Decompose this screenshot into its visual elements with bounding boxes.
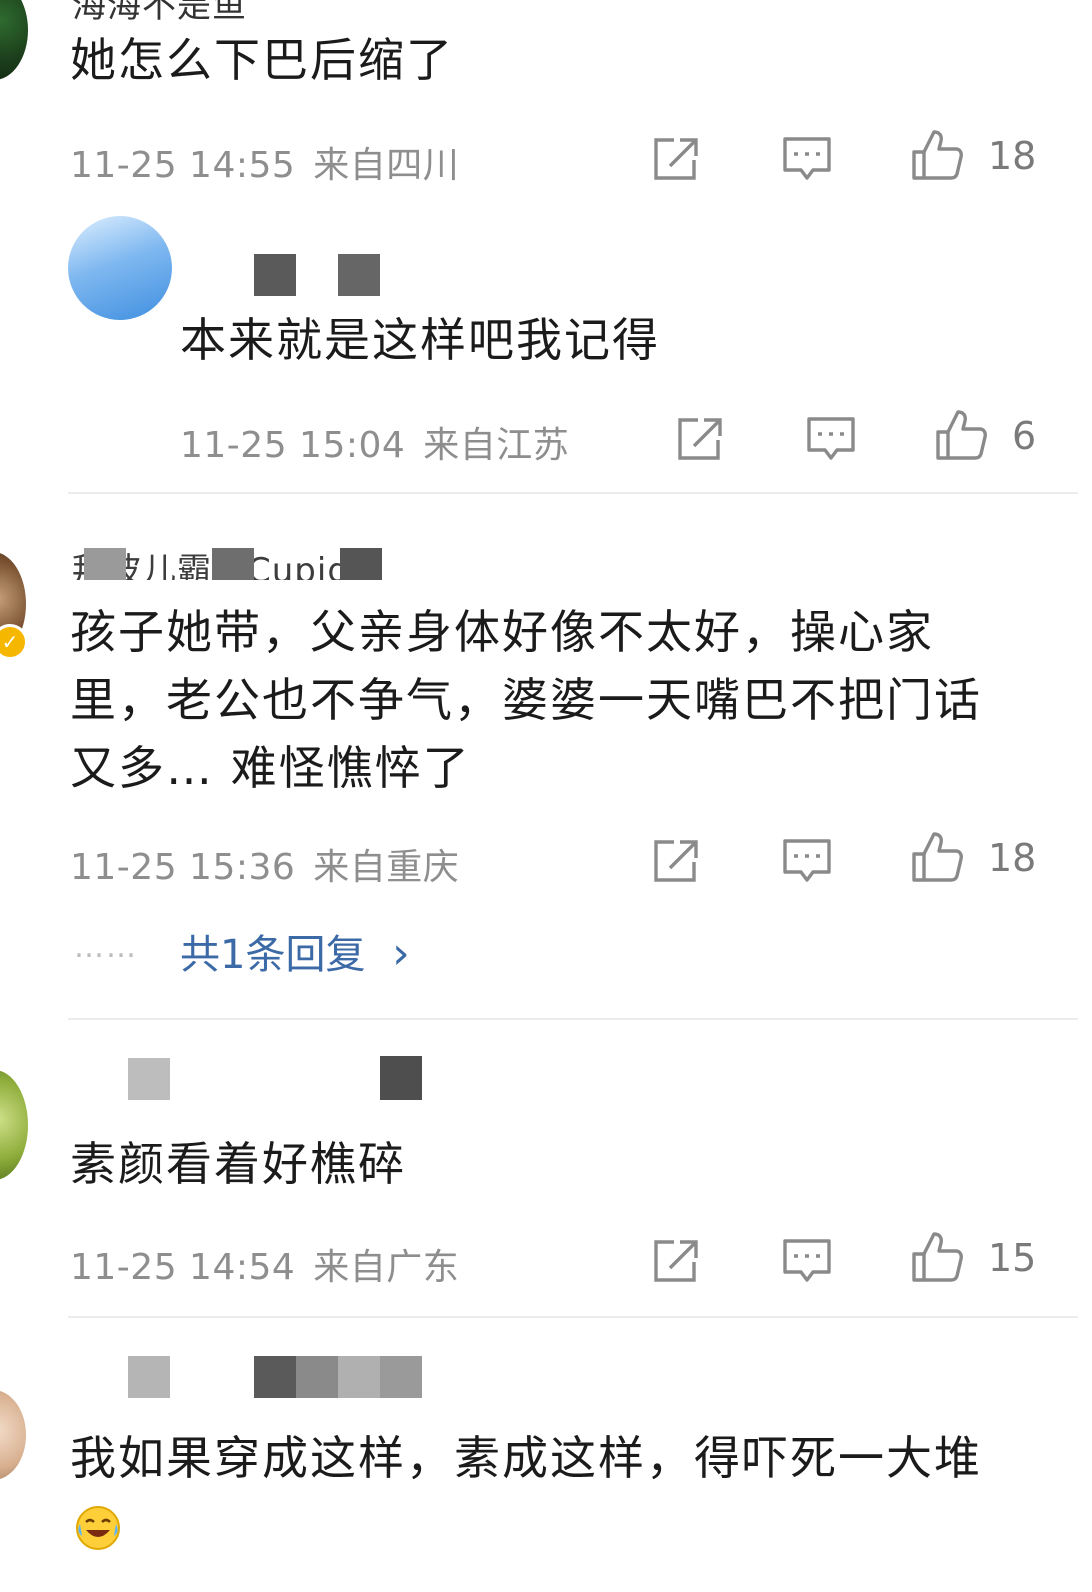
comment-meta: 11-25 14:54 来自广东 — [70, 1238, 459, 1290]
location: 来自四川 — [313, 145, 460, 186]
timestamp: 11-25 15:04 — [180, 425, 406, 466]
comment-text: 素颜看着好樵碎 — [70, 1137, 406, 1191]
location: 来自江苏 — [423, 425, 570, 466]
comment-text: 她怎么下巴后缩了 — [70, 33, 454, 87]
avatar[interactable] — [0, 0, 28, 80]
thumbs-up-icon[interactable] — [934, 408, 988, 462]
like-count: 18 — [988, 134, 1037, 178]
divider — [68, 1018, 1078, 1020]
view-replies-link[interactable]: 共1条回复 › — [180, 922, 410, 980]
location: 来自广东 — [313, 1247, 460, 1288]
comment-meta: 11-25 14:55 来自四川 — [70, 136, 459, 188]
comment-text: 本来就是这样吧我记得 — [180, 313, 660, 367]
username[interactable]: 海海不是鱼 — [72, 0, 247, 22]
timestamp: 11-25 14:55 — [70, 145, 296, 186]
avatar[interactable] — [68, 216, 172, 320]
like-count: 15 — [988, 1236, 1037, 1280]
comment-icon[interactable] — [804, 412, 858, 466]
comment-meta: 11-25 15:36 来自重庆 — [70, 838, 459, 890]
replies-label: 共1条回复 — [180, 932, 366, 978]
share-icon[interactable] — [674, 412, 728, 466]
thumbs-up-icon[interactable] — [910, 1230, 964, 1284]
like-count: 18 — [988, 836, 1037, 880]
comment-body: 我如果穿成这样，素成这样，得吓死一大堆 — [70, 1431, 982, 1485]
verified-badge-icon: ✓ — [0, 624, 28, 660]
divider — [68, 1316, 1078, 1318]
reply-dots: …… — [74, 930, 138, 965]
thumbs-up-icon[interactable] — [910, 128, 964, 182]
comment-icon[interactable] — [780, 834, 834, 888]
comment-text: 我如果穿成这样，素成这样，得吓死一大堆 — [70, 1424, 1020, 1560]
username-mosaic — [84, 548, 424, 582]
avatar[interactable] — [0, 1390, 26, 1480]
comment-meta: 11-25 15:04 来自江苏 — [180, 416, 569, 468]
avatar[interactable] — [0, 1070, 28, 1180]
share-icon[interactable] — [650, 834, 704, 888]
comment-icon[interactable] — [780, 132, 834, 186]
divider — [68, 492, 1078, 494]
laugh-cry-emoji-icon — [74, 1502, 122, 1550]
username-mosaic — [70, 1056, 430, 1108]
timestamp: 11-25 14:54 — [70, 1247, 296, 1288]
username-mosaic — [70, 1354, 430, 1400]
username-mosaic — [180, 240, 380, 296]
share-icon[interactable] — [650, 1234, 704, 1288]
comment-text: 孩子她带，父亲身体好像不太好，操心家里，老公也不争气，婆婆一天嘴巴不把门话又多…… — [70, 605, 982, 795]
thumbs-up-icon[interactable] — [910, 830, 964, 884]
share-icon[interactable] — [650, 132, 704, 186]
chevron-right-icon: › — [392, 928, 410, 979]
location: 来自重庆 — [313, 847, 460, 888]
like-count: 6 — [1012, 414, 1037, 458]
comment-icon[interactable] — [780, 1234, 834, 1288]
timestamp: 11-25 15:36 — [70, 847, 296, 888]
